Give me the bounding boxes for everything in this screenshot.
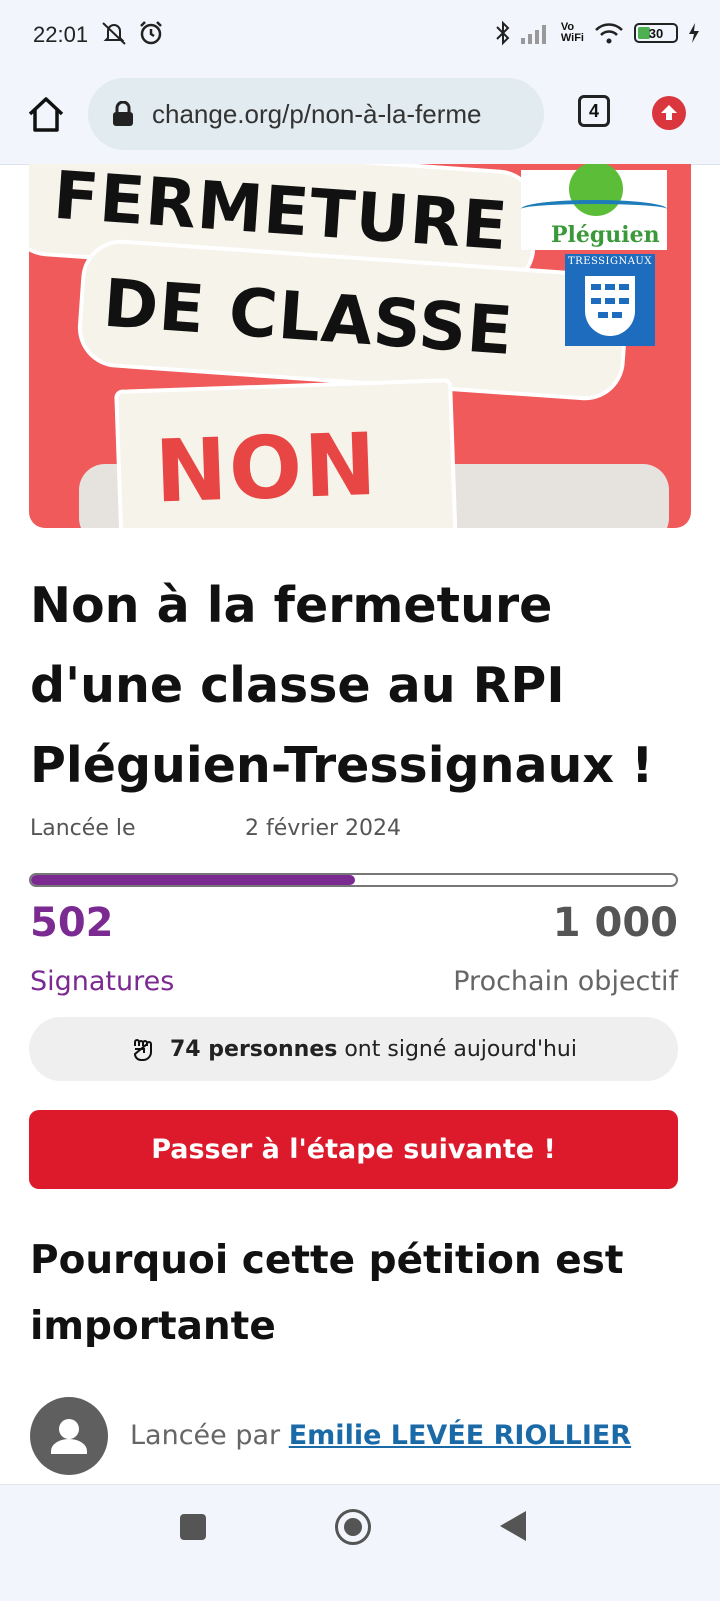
back-button[interactable] — [500, 1511, 526, 1541]
goal-count: 1 000 — [552, 900, 678, 946]
author-prefix: Lancée par — [130, 1420, 281, 1451]
tab-switcher-button[interactable]: 4 — [578, 95, 610, 127]
url-text: change.org/p/non-à-la-ferme — [152, 98, 482, 129]
launch-label: Lancée le — [30, 816, 136, 841]
update-icon[interactable] — [652, 96, 686, 130]
signature-count: 502 — [30, 900, 114, 946]
status-bar: 22:01 Vo WiFi 30 — [0, 0, 720, 70]
goal-label: Prochain objectif — [453, 966, 678, 997]
petition-banner-image: FERMETURE DE CLASSE NON ! Pléguien TRESS… — [29, 164, 691, 528]
wifi-icon — [595, 23, 623, 44]
address-bar[interactable]: change.org/p/non-à-la-ferme — [88, 78, 544, 150]
mute-icon — [102, 22, 126, 45]
signed-today-count: 74 personnes — [170, 1036, 338, 1062]
alarm-icon — [140, 21, 162, 45]
banner-line-2: DE CLASSE — [100, 264, 516, 371]
signed-today-badge: 74 personnes ont signé aujourd'hui — [29, 1017, 678, 1081]
charging-icon — [689, 23, 699, 43]
system-navigation-bar — [0, 1484, 720, 1601]
fist-icon — [133, 1039, 152, 1061]
battery-icon: 30 — [634, 23, 678, 43]
launch-date: 2 février 2024 — [245, 816, 402, 841]
why-heading: Pourquoi cette pétition est importante — [30, 1238, 624, 1349]
signatures-label: Signatures — [30, 966, 175, 997]
author-line: Lancée par Emilie LEVÉE RIOLLIER — [130, 1420, 631, 1451]
browser-toolbar: change.org/p/non-à-la-ferme 4 — [0, 70, 720, 165]
vowifi-icon: Vo WiFi — [560, 21, 584, 44]
home-icon[interactable] — [24, 92, 68, 136]
tressignaux-logo: TRESSIGNAUX — [565, 254, 655, 346]
signed-today-text: ont signé aujourd'hui — [344, 1036, 577, 1062]
launch-date-row: Lancée le 2 février 2024 — [30, 816, 401, 841]
signal-icon — [520, 25, 546, 44]
recents-button[interactable] — [180, 1514, 206, 1540]
next-step-button[interactable]: Passer à l'étape suivante ! — [29, 1110, 678, 1189]
author-avatar — [30, 1397, 108, 1475]
home-button[interactable] — [335, 1509, 371, 1545]
clock: 22:01 — [33, 22, 89, 47]
signature-progress-bar — [29, 873, 678, 887]
pleguien-logo: Pléguien — [521, 164, 667, 250]
petition-title: Non à la fermeture d'une classe au RPI P… — [30, 577, 654, 794]
banner-line-3: NON ! — [153, 414, 380, 528]
author-link[interactable]: Emilie LEVÉE RIOLLIER — [289, 1420, 631, 1451]
bluetooth-icon — [496, 20, 510, 46]
lock-icon — [113, 101, 133, 126]
user-icon — [51, 1419, 87, 1454]
